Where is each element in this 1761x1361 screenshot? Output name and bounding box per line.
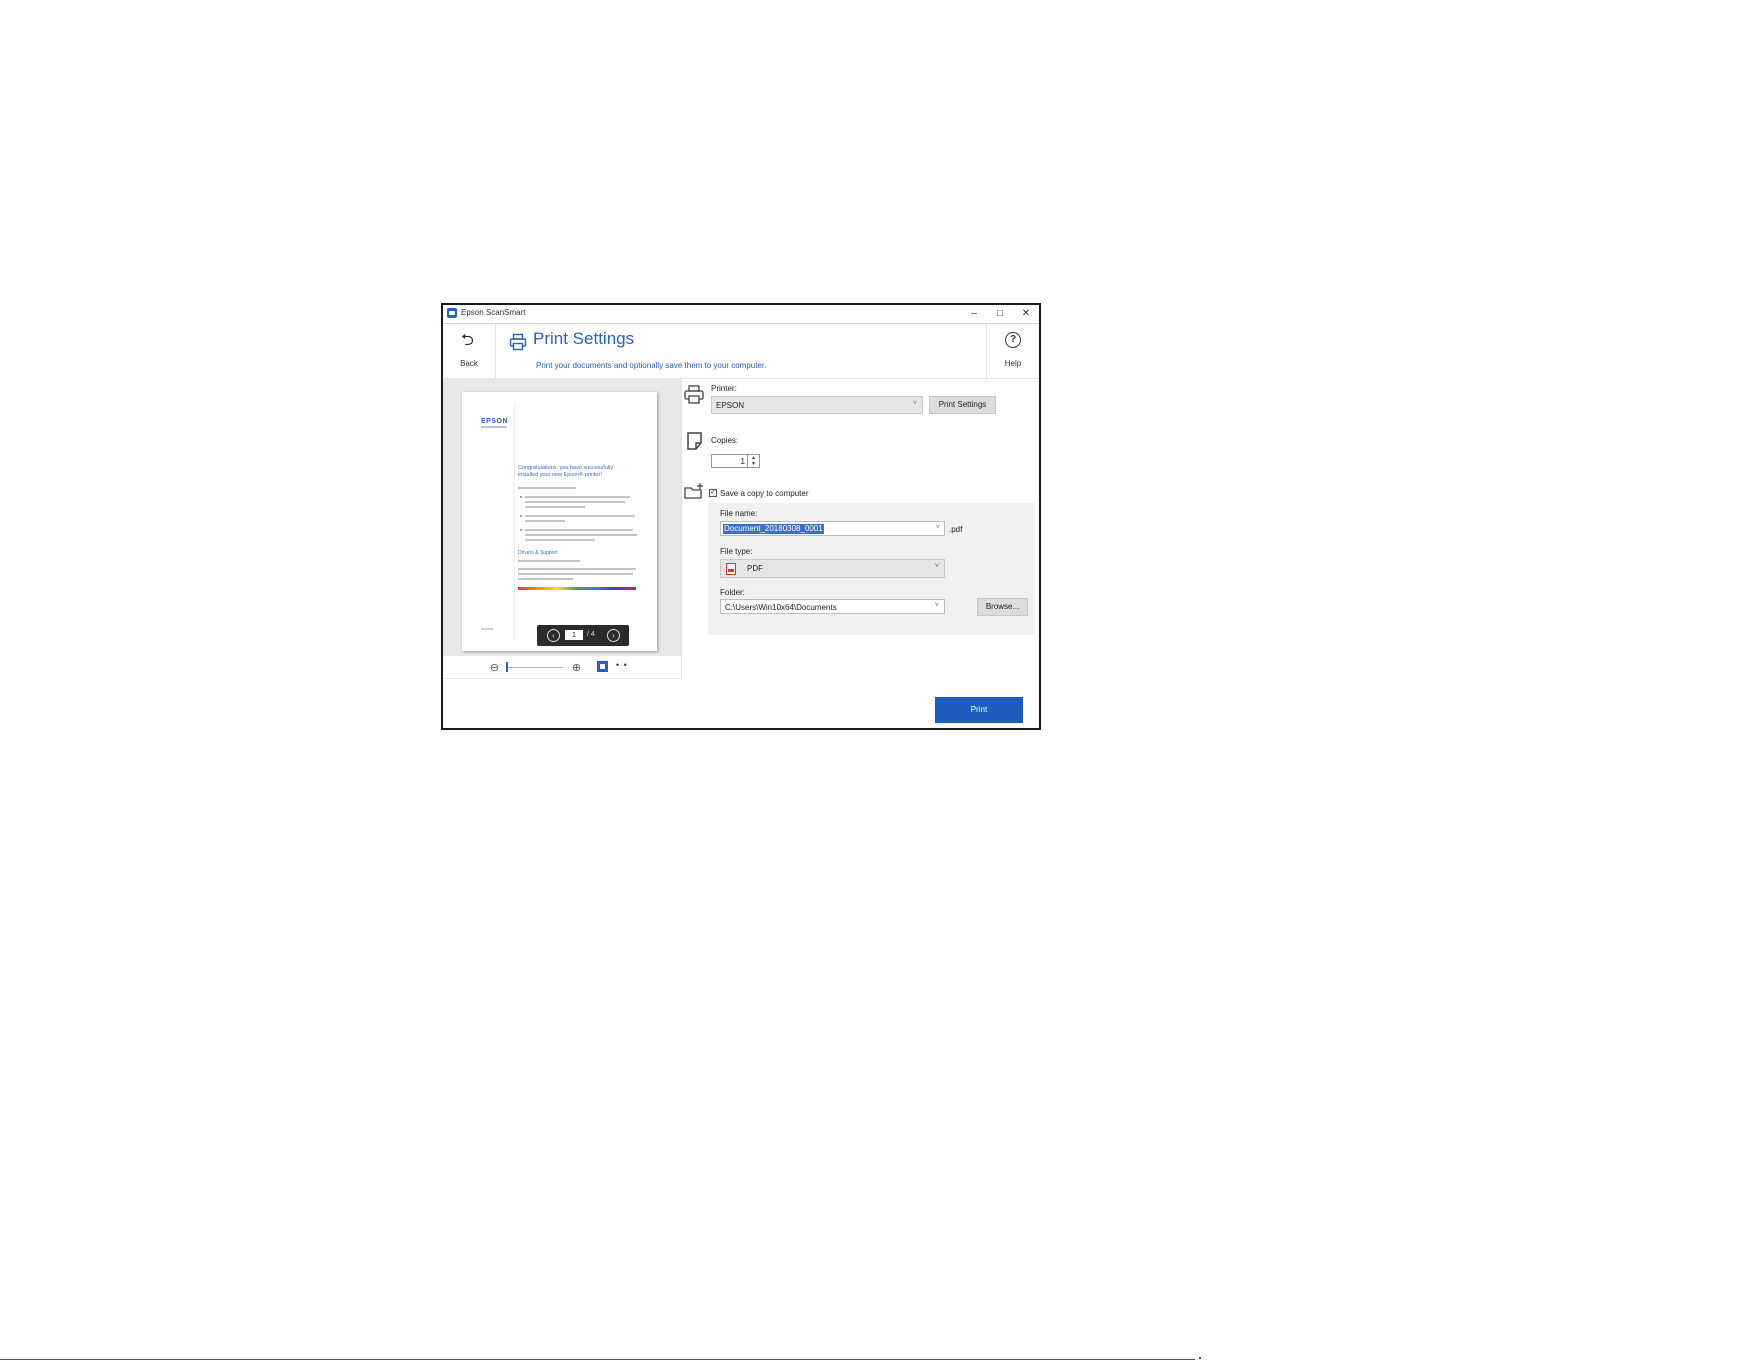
pane-divider [681, 379, 682, 678]
page-subtitle: Print your documents and optionally save… [536, 361, 767, 370]
document-heading: Congratulations, you have successfully i… [518, 465, 614, 478]
app-icon [447, 308, 457, 318]
title-bar: Epson ScanSmart – □ ✕ [443, 305, 1039, 324]
document-text-line [518, 487, 576, 489]
page-bottom-dot [1199, 1357, 1201, 1359]
copies-value: 1 [740, 457, 745, 466]
document-text-line [525, 520, 565, 522]
page-title: Print Settings [533, 329, 635, 348]
chevron-down-icon: ˅ [934, 602, 939, 609]
back-arrow-icon: ⮌ [461, 332, 474, 349]
more-options-icon[interactable]: • • [616, 660, 628, 670]
help-button[interactable]: ? Help [986, 324, 1039, 378]
file-name-value: Document_20180308_0001 [723, 524, 824, 534]
maximize-button[interactable]: □ [987, 306, 1013, 322]
save-copy-checkbox[interactable]: ✓ [709, 489, 717, 497]
document-preview-pane: EPSON Congratulations, you have successf… [443, 379, 681, 656]
document-text-line [525, 501, 625, 503]
printer-icon [509, 333, 527, 351]
close-button[interactable]: ✕ [1013, 306, 1039, 322]
document-footer-line [481, 628, 493, 630]
zoom-slider[interactable] [506, 667, 563, 668]
printer-settings-icon [684, 385, 704, 404]
document-text-line [518, 573, 633, 575]
file-name-input[interactable]: Document_20180308_0001 ˅ [720, 521, 945, 536]
pdf-icon [726, 563, 736, 575]
document-text-line [525, 506, 585, 508]
back-button[interactable]: ⮌ Back [443, 324, 496, 378]
document-text-line [518, 568, 636, 570]
document-text-line [525, 534, 637, 536]
minimize-button[interactable]: – [961, 306, 987, 322]
chevron-down-icon: ˅ [912, 400, 917, 407]
window-title: Epson ScanSmart [461, 308, 526, 317]
document-text-line [518, 578, 573, 580]
chevron-down-icon: ˅ [935, 524, 940, 531]
page-header: ⮌ Back Print Settings Print your documen… [443, 324, 1039, 379]
printer-label: Printer: [711, 384, 737, 393]
logo-tagline-line [481, 426, 507, 428]
document-bullet [520, 515, 522, 517]
file-type-select[interactable]: PDF ˅ [720, 559, 945, 578]
next-page-icon[interactable]: › [607, 629, 620, 642]
document-bullet [520, 529, 522, 531]
document-text-line [525, 496, 630, 498]
save-folder-icon [684, 483, 703, 499]
document-text-line [518, 560, 580, 562]
page-navigator: ‹ / 4 › [537, 625, 629, 646]
file-extension: .pdf [949, 525, 963, 534]
zoom-toolbar: ⊖ ⊕ • • [443, 656, 681, 679]
browse-button[interactable]: Browse... [977, 598, 1028, 616]
zoom-out-icon[interactable]: ⊖ [490, 661, 499, 674]
zoom-slider-thumb[interactable] [506, 662, 508, 672]
document-text-line [525, 529, 633, 531]
copies-label: Copies: [711, 436, 739, 445]
file-type-label: File type: [720, 547, 753, 556]
file-name-label: File name: [720, 509, 758, 518]
document-text-line [525, 515, 635, 517]
page-bottom-rule [0, 1359, 1195, 1360]
epson-scansmart-window: Epson ScanSmart – □ ✕ ⮌ Back Print Setti… [441, 303, 1041, 730]
folder-value: C:\Users\Win10x64\Documents [725, 603, 837, 612]
document-subheading: Drivers & Support [518, 550, 558, 556]
stepper-arrows-icon[interactable]: ▲ ▼ [747, 455, 759, 467]
document-color-bar [518, 587, 636, 590]
copies-stepper[interactable]: 1 ▲ ▼ [711, 454, 760, 468]
save-options-panel: File name: Document_20180308_0001 ˅ .pdf… [708, 503, 1035, 635]
zoom-in-icon[interactable]: ⊕ [572, 661, 581, 674]
print-settings-button[interactable]: Print Settings [929, 396, 996, 414]
help-label: Help [1004, 359, 1022, 368]
prev-page-icon[interactable]: ‹ [547, 629, 560, 642]
document-text-line [525, 539, 595, 541]
document-preview-page[interactable]: EPSON Congratulations, you have successf… [462, 392, 657, 651]
fit-page-icon[interactable] [597, 661, 608, 672]
printer-select[interactable]: EPSON ˅ [711, 396, 923, 414]
save-copy-label: Save a copy to computer [720, 489, 809, 498]
epson-logo: EPSON [481, 418, 509, 425]
folder-select[interactable]: C:\Users\Win10x64\Documents ˅ [720, 599, 945, 614]
back-label: Back [460, 359, 478, 368]
question-circle-icon: ? [1005, 332, 1021, 348]
document-bullet [520, 496, 522, 498]
print-button[interactable]: Print [935, 697, 1023, 723]
copies-icon [687, 432, 702, 450]
printer-select-value: EPSON [716, 401, 745, 410]
page-number-input[interactable] [565, 630, 583, 640]
folder-label: Folder: [720, 588, 745, 597]
page-total: / 4 [587, 631, 595, 638]
chevron-down-icon: ˅ [934, 563, 939, 570]
document-margin-line [514, 404, 515, 639]
file-type-value: PDF [747, 564, 763, 573]
